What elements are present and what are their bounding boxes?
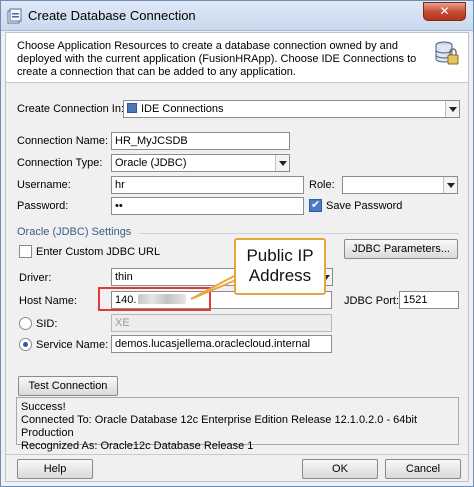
connection-name-field[interactable]: HR_MyJCSDB (111, 132, 290, 150)
status-line: Success! (21, 401, 66, 413)
header-description: Choose Application Resources to create a… (17, 40, 417, 78)
test-connection-button[interactable]: Test Connection (18, 376, 118, 396)
jdbc-port-field[interactable]: 1521 (399, 291, 459, 309)
service-name-value: demos.lucasjellema.oraclecloud.internal (115, 338, 311, 350)
window-title: Create Database Connection (28, 8, 196, 23)
ide-connections-icon (127, 103, 137, 113)
jdbc-port-value: 1521 (403, 294, 428, 306)
driver-label: Driver: (19, 272, 52, 284)
section-divider (139, 233, 459, 234)
chevron-down-icon[interactable] (275, 155, 289, 171)
connection-type-label: Connection Type: (17, 157, 103, 169)
connection-type-value: Oracle (JDBC) (115, 157, 187, 169)
connection-name-value: HR_MyJCSDB (115, 135, 188, 147)
close-icon: ✕ (439, 4, 450, 18)
public-ip-callout: Public IP Address (234, 238, 326, 295)
database-icon (435, 41, 459, 65)
header-panel: Choose Application Resources to create a… (6, 33, 468, 83)
chevron-down-icon[interactable] (443, 177, 457, 193)
sid-radio[interactable] (19, 317, 32, 330)
jdbc-section-title: Oracle (JDBC) Settings (17, 226, 132, 238)
redacted-ip (138, 294, 187, 304)
save-password-label: Save Password (326, 200, 403, 212)
create-in-select[interactable]: IDE Connections (123, 100, 460, 118)
jdbc-parameters-button[interactable]: JDBC Parameters... (344, 239, 458, 259)
save-password-checkbox[interactable] (309, 198, 322, 212)
username-value: hr (115, 179, 125, 191)
status-line: Connected To: Oracle Database 12c Enterp… (21, 414, 418, 439)
create-in-label: Create Connection In: (17, 103, 125, 115)
title-bar[interactable]: Create Database Connection ✕ (1, 1, 473, 31)
role-label: Role: (309, 179, 335, 191)
role-select[interactable] (342, 176, 458, 194)
chevron-down-icon[interactable] (445, 101, 459, 117)
custom-jdbc-url-label: Enter Custom JDBC URL (36, 246, 161, 258)
dialog-button-bar: Help OK Cancel (6, 454, 468, 481)
help-button[interactable]: Help (17, 459, 93, 479)
driver-value: thin (115, 271, 133, 283)
ok-button[interactable]: OK (302, 459, 378, 479)
username-label: Username: (17, 179, 71, 191)
password-field[interactable]: •• (111, 197, 304, 215)
sid-label: SID: (36, 318, 58, 330)
database-connection-icon (7, 8, 22, 24)
sid-field[interactable]: XE (111, 314, 332, 332)
create-in-value: IDE Connections (141, 103, 224, 115)
service-name-radio[interactable] (19, 338, 32, 351)
service-name-label: Service Name: (36, 339, 109, 351)
status-line: Recognized As: Oracle12c Database Releas… (21, 440, 254, 452)
test-status-box: Success! Connected To: Oracle Database 1… (16, 397, 459, 452)
close-button[interactable]: ✕ (423, 2, 466, 21)
password-value: •• (115, 200, 123, 212)
username-field[interactable]: hr (111, 176, 304, 194)
password-label: Password: (17, 200, 69, 212)
host-name-label: Host Name: (19, 295, 78, 307)
custom-jdbc-url-checkbox[interactable] (19, 245, 32, 258)
service-name-field[interactable]: demos.lucasjellema.oraclecloud.internal (111, 335, 332, 353)
connection-type-select[interactable]: Oracle (JDBC) (111, 154, 290, 172)
callout-line: Public IP (246, 246, 314, 265)
cancel-button[interactable]: Cancel (385, 459, 461, 479)
create-database-connection-dialog: Create Database Connection ✕ Choose Appl… (0, 0, 474, 487)
jdbc-port-label: JDBC Port: (344, 295, 400, 307)
callout-line: Address (248, 266, 312, 285)
host-name-value: 140. (115, 294, 137, 306)
sid-value: XE (115, 317, 130, 329)
connection-name-label: Connection Name: (17, 135, 109, 147)
